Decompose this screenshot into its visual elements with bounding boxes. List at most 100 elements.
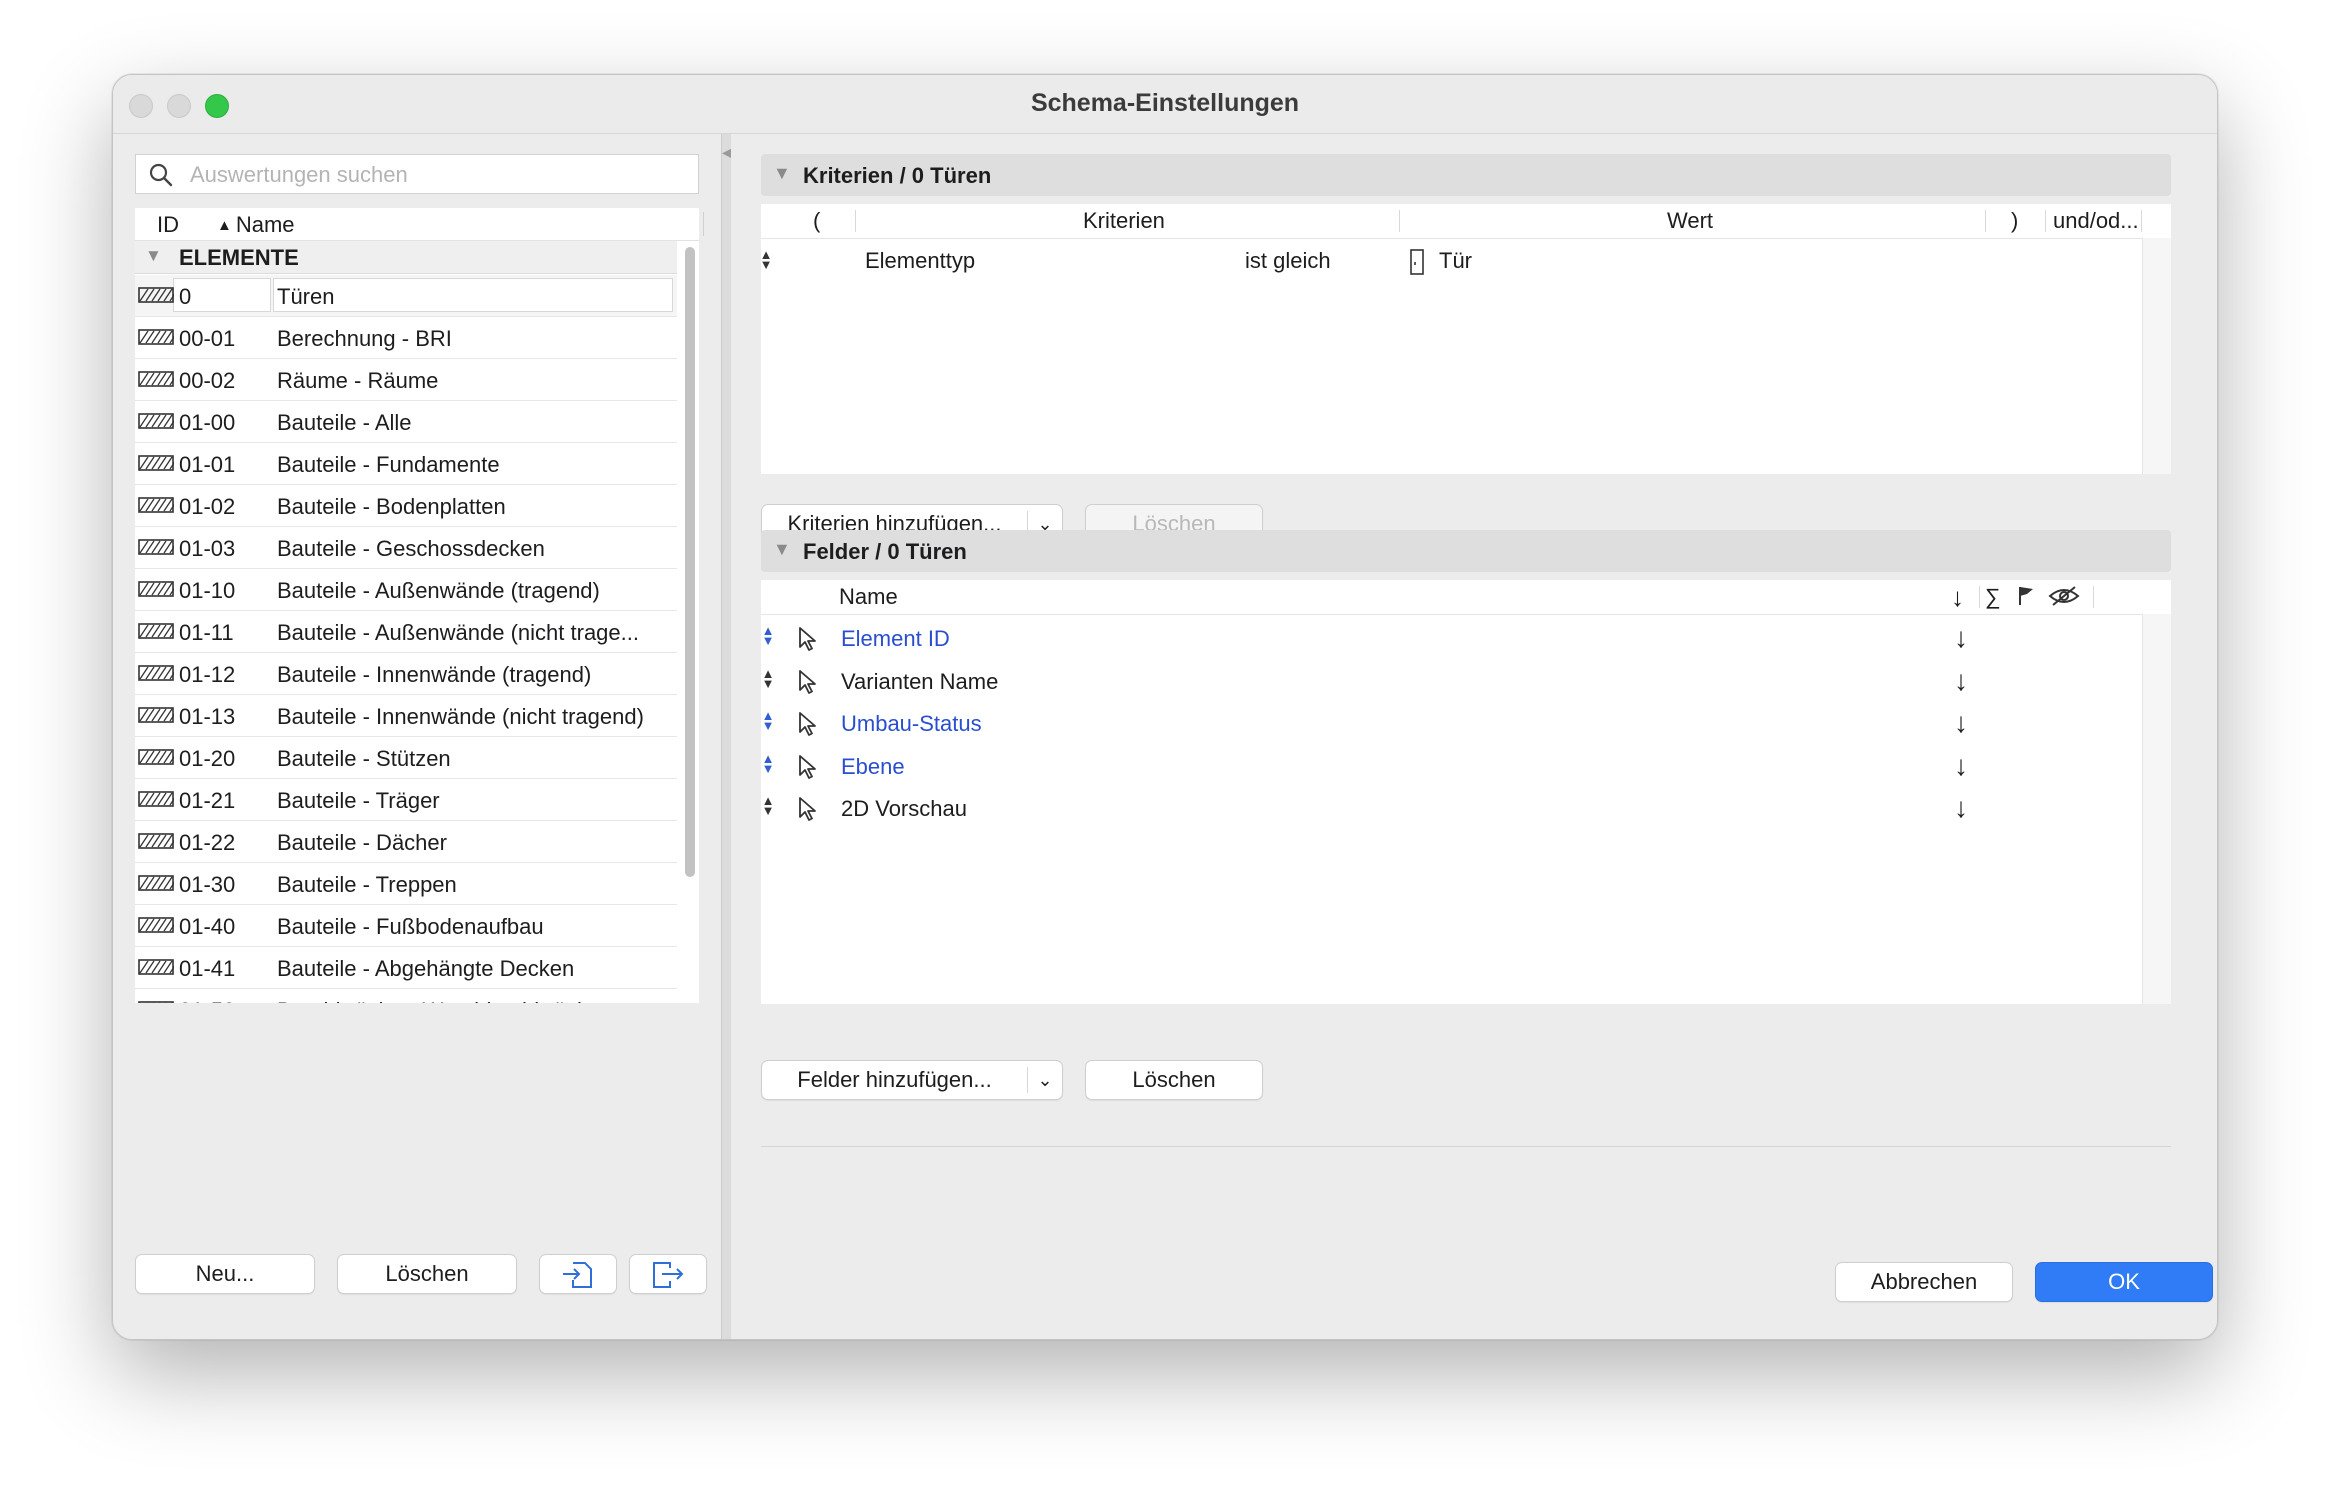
field-name[interactable]: 2D Vorschau [841, 796, 967, 822]
schedule-row[interactable]: 01-30 Bauteile - Treppen [135, 863, 677, 905]
criteria-operator[interactable]: ist gleich [1245, 248, 1331, 274]
field-name[interactable]: Umbau-Status [841, 711, 982, 737]
new-schedule-button[interactable]: Neu... [135, 1254, 315, 1294]
scroll-thumb[interactable] [685, 247, 695, 877]
schedule-name: Berechnung - BRI [277, 326, 452, 351]
schedule-list-panel: ID ▲Name ▼ ELEMENTE 0 Türen 00-01 Berechnun… [113, 134, 721, 1339]
schedule-name: Räume - Räume [277, 368, 439, 393]
criteria-row[interactable]: ▲ ▼ Elementtyp ist gleich Tür [759, 242, 2171, 284]
delete-schedule-button[interactable]: Löschen [337, 1254, 517, 1294]
schedule-name: Bauteile - Träger [277, 788, 440, 813]
add-fields-label: Felder hinzufügen... [797, 1067, 992, 1092]
schedule-name: Bauteile - Bodenplatten [277, 494, 506, 519]
schedule-row[interactable]: 01-21 Bauteile - Träger [135, 779, 677, 821]
door-icon [1409, 248, 1425, 282]
schedule-id: 01-02 [179, 494, 236, 519]
disclosure-triangle-icon[interactable]: ▼ [145, 246, 162, 266]
schedule-icon [138, 917, 179, 938]
schedule-row[interactable]: 01-20 Bauteile - Stützen [135, 737, 677, 779]
column-header-criteria: Kriterien [1083, 208, 1165, 233]
schedule-row[interactable]: 0 Türen [135, 275, 677, 317]
sort-arrow-icon[interactable]: ↓ [1951, 580, 1964, 614]
reorder-handle-icon[interactable]: ▲ ▼ [761, 624, 775, 647]
column-header-and-or: und/od... [2053, 208, 2139, 233]
schedule-row[interactable]: 01-11 Bauteile - Außenwände (nicht trage.… [135, 611, 677, 653]
schedule-row[interactable]: 01-00 Bauteile - Alle [135, 401, 677, 443]
disclosure-triangle-icon[interactable]: ▼ [773, 163, 791, 184]
schedule-icon [138, 707, 179, 728]
field-row[interactable]: ▲ ▼ 2D Vorschau ↓ [761, 788, 2141, 830]
column-separator [1399, 210, 1400, 232]
sum-icon[interactable]: ∑ [1985, 580, 2001, 614]
sort-arrow-icon[interactable]: ↓ [1954, 622, 1968, 654]
ok-button[interactable]: OK [2035, 1262, 2213, 1302]
schedule-name: Bauteile - Fußbodenaufbau [277, 914, 544, 939]
field-row[interactable]: ▲ ▼ Umbau-Status ↓ [761, 703, 2141, 745]
add-fields-dropdown[interactable]: Felder hinzufügen... ⌄ [761, 1060, 1063, 1100]
schedule-row[interactable]: 01-22 Bauteile - Dächer [135, 821, 677, 863]
sort-arrow-icon[interactable]: ↓ [1954, 707, 1968, 739]
field-row[interactable]: ▲ ▼ Ebene ↓ [761, 746, 2141, 788]
schedule-icon [138, 413, 179, 434]
reorder-handle-icon[interactable]: ▲ ▼ [761, 794, 775, 817]
column-header-id[interactable]: ID [157, 212, 179, 238]
schedule-icon [138, 329, 179, 350]
reorder-handle-icon[interactable]: ▲ ▼ [761, 667, 775, 690]
schedule-name: Bauteile - Außenwände (tragend) [277, 578, 600, 603]
schedule-row[interactable]: 01-13 Bauteile - Innenwände (nicht tragen… [135, 695, 677, 737]
schedule-id: 01-20 [179, 746, 236, 771]
criteria-element[interactable]: Elementtyp [865, 248, 975, 274]
disclosure-triangle-icon[interactable]: ▼ [773, 539, 791, 560]
group-row-elemente[interactable]: ▼ ELEMENTE [135, 241, 677, 274]
column-header-name[interactable]: ▲ Name [217, 212, 295, 238]
schedule-row[interactable]: 01-01 Bauteile - Fundamente [135, 443, 677, 485]
field-name[interactable]: Varianten Name [841, 669, 998, 695]
flag-icon[interactable] [2015, 580, 2039, 614]
schedule-id: 00-01 [179, 326, 236, 351]
delete-fields-button[interactable]: Löschen [1085, 1060, 1263, 1100]
schedule-row[interactable]: 01-10 Bauteile - Außenwände (tragend) [135, 569, 677, 611]
field-name[interactable]: Element ID [841, 626, 950, 652]
schedule-icon [138, 833, 179, 854]
field-row[interactable]: ▲ ▼ Element ID ↓ [761, 618, 2141, 660]
criteria-value[interactable]: Tür [1439, 248, 1472, 274]
column-separator [2093, 586, 2094, 608]
fields-section-header[interactable]: ▼ Felder / 0 Türen [761, 530, 2171, 572]
schedule-row[interactable]: 00-01 Berechnung - BRI [135, 317, 677, 359]
schedule-row[interactable]: 00-02 Räume - Räume [135, 359, 677, 401]
export-button[interactable] [629, 1254, 707, 1294]
fields-scrollbar-track[interactable] [2142, 614, 2171, 1004]
field-name[interactable]: Ebene [841, 754, 905, 780]
sort-arrow-icon[interactable]: ↓ [1954, 792, 1968, 824]
window-title: Schema-Einstellungen [1030, 89, 1300, 117]
group-label: ELEMENTE [179, 245, 299, 270]
criteria-section-header[interactable]: ▼ Kriterien / 0 Türen [761, 154, 2171, 196]
schedule-row[interactable]: 01-50 Durchbrüche - Wanddurchbrüche [135, 989, 677, 1003]
schedule-row[interactable]: 01-12 Bauteile - Innenwände (tragend) [135, 653, 677, 695]
schedule-row[interactable]: 01-40 Bauteile - Fußbodenaufbau [135, 905, 677, 947]
hidden-eye-icon[interactable] [2047, 580, 2081, 614]
sort-arrow-icon[interactable]: ↓ [1954, 665, 1968, 697]
reorder-handle-icon[interactable]: ▲ ▼ [761, 709, 775, 732]
footer-divider [761, 1146, 2171, 1147]
reorder-handle-icon[interactable]: ▲ ▼ [761, 752, 775, 775]
schedule-row[interactable]: 01-03 Bauteile - Geschossdecken [135, 527, 677, 569]
column-header-close-paren: ) [2011, 208, 2019, 233]
schedule-row[interactable]: 01-41 Bauteile - Abgehängte Decken [135, 947, 677, 989]
import-button[interactable] [539, 1254, 617, 1294]
schedule-row[interactable]: 01-02 Bauteile - Bodenplatten [135, 485, 677, 527]
schedule-id: 01-10 [179, 578, 236, 603]
list-scrollbar[interactable] [683, 247, 697, 1003]
chevron-down-icon[interactable]: ⌄ [1028, 1061, 1062, 1099]
reorder-handle-icon[interactable]: ▲ ▼ [759, 248, 773, 271]
search-box [135, 154, 699, 195]
schedule-id: 00-02 [179, 368, 236, 393]
sort-arrow-icon[interactable]: ↓ [1954, 750, 1968, 782]
search-input[interactable] [188, 155, 692, 195]
schedule-name: Bauteile - Fundamente [277, 452, 500, 477]
title-bar: Schema-Einstellungen [113, 75, 2217, 134]
cancel-button[interactable]: Abbrechen [1835, 1262, 2013, 1302]
field-row[interactable]: ▲ ▼ Varianten Name ↓ [761, 661, 2141, 703]
export-icon [653, 1262, 684, 1288]
header-divider [761, 238, 2171, 239]
